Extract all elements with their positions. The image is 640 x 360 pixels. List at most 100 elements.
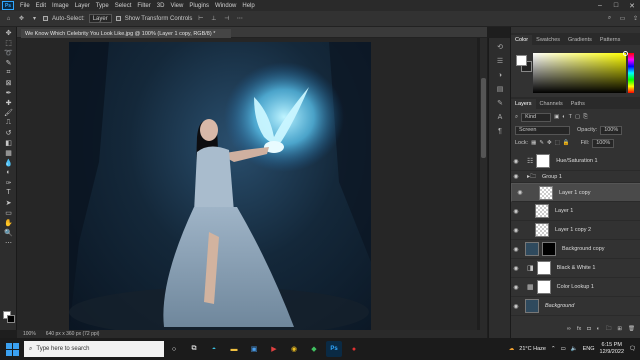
eye-icon[interactable]: ◉ [511,173,521,180]
workspace-icon[interactable]: ▭ [618,15,627,23]
eye-icon[interactable]: ◉ [511,303,521,310]
language-indicator[interactable]: ENG [583,346,595,352]
distribute-icon[interactable]: ⋯ [235,15,244,23]
eye-icon[interactable]: ◉ [511,265,521,272]
add-mask-icon[interactable]: ◘ [587,326,590,332]
layer-thumbnail[interactable] [525,242,539,256]
weather-text[interactable]: 21°C Haze [519,346,546,352]
character-icon[interactable]: A [494,112,506,122]
hand-tool-icon[interactable]: ✋ [3,218,14,227]
search-icon[interactable]: ⌕ [605,15,614,23]
rectangle-tool-icon[interactable]: ▭ [3,208,14,217]
layer-row[interactable]: ◉ ▦ Color Lookup 1 [511,278,640,297]
more-tools-icon[interactable]: ⋯ [3,238,14,247]
document-tab[interactable]: We Know Which Celebrity You Look Like.jp… [21,29,231,38]
layer-name[interactable]: Hue/Saturation 1 [556,158,597,164]
tab-patterns[interactable]: Patterns [596,35,624,45]
app-icon[interactable]: ▶ [266,341,282,357]
photoshop-taskbar-icon[interactable]: Ps [326,341,342,357]
chevron-down-icon[interactable]: ▾ [30,15,39,23]
dodge-tool-icon[interactable]: ◐ [3,168,14,177]
history-brush-icon[interactable]: ↺ [3,128,14,137]
blur-tool-icon[interactable]: 💧 [3,158,14,167]
clone-stamp-icon[interactable]: ⎍ [3,118,14,127]
menu-help[interactable]: Help [239,3,257,9]
move-tool-icon[interactable]: ✥ [17,15,26,23]
menu-type[interactable]: Type [93,3,112,9]
eyedropper-tool-icon[interactable]: ✒ [3,88,14,97]
layer-name[interactable]: Layer 1 copy [559,190,591,196]
healing-brush-icon[interactable]: ✚ [3,98,14,107]
align-left-icon[interactable]: ⊢ [196,15,205,23]
trash-icon[interactable]: 🗑 [628,326,635,332]
network-icon[interactable]: ▭ [561,346,566,352]
brush-settings-icon[interactable]: ✎ [494,98,506,108]
eye-icon[interactable]: ◉ [515,189,525,196]
menu-window[interactable]: Window [212,3,239,9]
eye-icon[interactable]: ◉ [511,158,521,165]
layer-row[interactable]: ◉ Background [511,297,640,316]
tab-channels[interactable]: Channels [536,99,567,109]
layer-mask-thumb[interactable] [536,261,551,275]
layer-name[interactable]: Layer 1 copy 2 [555,227,591,233]
store-icon[interactable]: ▣ [246,341,262,357]
eye-icon[interactable]: ◉ [511,284,521,291]
lock-position-icon[interactable]: ✥ [547,140,552,146]
layer-kind-filter[interactable]: Kind [521,112,552,122]
tab-layers[interactable]: Layers [511,99,536,109]
menu-edit[interactable]: Edit [33,3,49,9]
tab-paths[interactable]: Paths [567,99,589,109]
layer-name[interactable]: Background [545,303,574,309]
properties-icon[interactable]: ☰ [494,56,506,66]
tray-chevron-icon[interactable]: ⌃ [551,346,556,352]
home-icon[interactable]: ⌂ [4,15,13,23]
scrollbar-thumb[interactable] [481,78,486,158]
layer-mask-thumb[interactable] [542,242,556,256]
color-picker-field[interactable] [533,51,628,93]
pen-tool-icon[interactable]: ✑ [3,178,14,187]
new-group-icon[interactable]: 🗀 [606,325,612,334]
background-color-swatch[interactable] [7,315,15,323]
weather-icon[interactable]: ☁ [509,346,515,352]
blend-mode-dropdown[interactable]: Screen [515,125,570,135]
volume-icon[interactable]: 🔈 [571,346,578,352]
link-icon[interactable]: ∞ [567,326,571,332]
tab-gradients[interactable]: Gradients [564,35,596,45]
auto-select-dropdown[interactable]: Layer [88,14,112,23]
align-right-icon[interactable]: ⊣ [222,15,231,23]
layer-row-selected[interactable]: ◉ Layer 1 copy [511,183,640,202]
filter-pixel-icon[interactable]: ▣ [554,114,559,120]
share-icon[interactable]: ⇪ [631,15,640,23]
libraries-icon[interactable]: ▤ [494,84,506,94]
vertical-scrollbar[interactable] [480,38,487,330]
zoom-tool-icon[interactable]: 🔍 [3,228,14,237]
lock-all-icon[interactable]: 🔒 [563,140,570,146]
opacity-input[interactable]: 100% [600,125,623,135]
layer-name[interactable]: Color Lookup 1 [557,284,594,290]
layer-thumbnail[interactable] [535,223,549,237]
lock-image-icon[interactable]: ✎ [539,140,544,146]
eye-icon[interactable]: ◉ [511,246,521,253]
layer-name[interactable]: Black & White 1 [557,265,596,271]
layer-thumbnail[interactable] [539,185,553,200]
lasso-tool-icon[interactable]: ➰ [3,48,14,57]
new-layer-icon[interactable]: ⊞ [617,326,622,332]
minimize-icon[interactable]: – [592,0,608,11]
paragraph-icon[interactable]: ¶ [494,126,506,136]
tab-color[interactable]: Color [511,35,533,45]
layer-mask-thumb[interactable] [536,154,551,168]
layer-row[interactable]: ◉ ◨ Black & White 1 [511,259,640,278]
notification-icon[interactable]: 🗨 [629,346,636,352]
eye-icon[interactable]: ◉ [511,227,521,234]
marquee-tool-icon[interactable]: ⬚ [3,38,14,47]
cortana-icon[interactable]: ○ [166,341,182,357]
gradient-tool-icon[interactable]: ▦ [3,148,14,157]
move-tool-icon[interactable]: ✥ [3,28,14,37]
lock-artboard-icon[interactable]: ⬚ [555,140,560,146]
history-icon[interactable]: ⟲ [494,42,506,52]
layer-row[interactable]: ◉ ▸🗀 Group 1 [511,171,640,183]
brush-tool-icon[interactable]: 🖌 [3,108,14,117]
app-icon[interactable]: ◆ [306,341,322,357]
fill-input[interactable]: 100% [592,138,615,148]
auto-select-checkbox[interactable] [43,16,48,21]
